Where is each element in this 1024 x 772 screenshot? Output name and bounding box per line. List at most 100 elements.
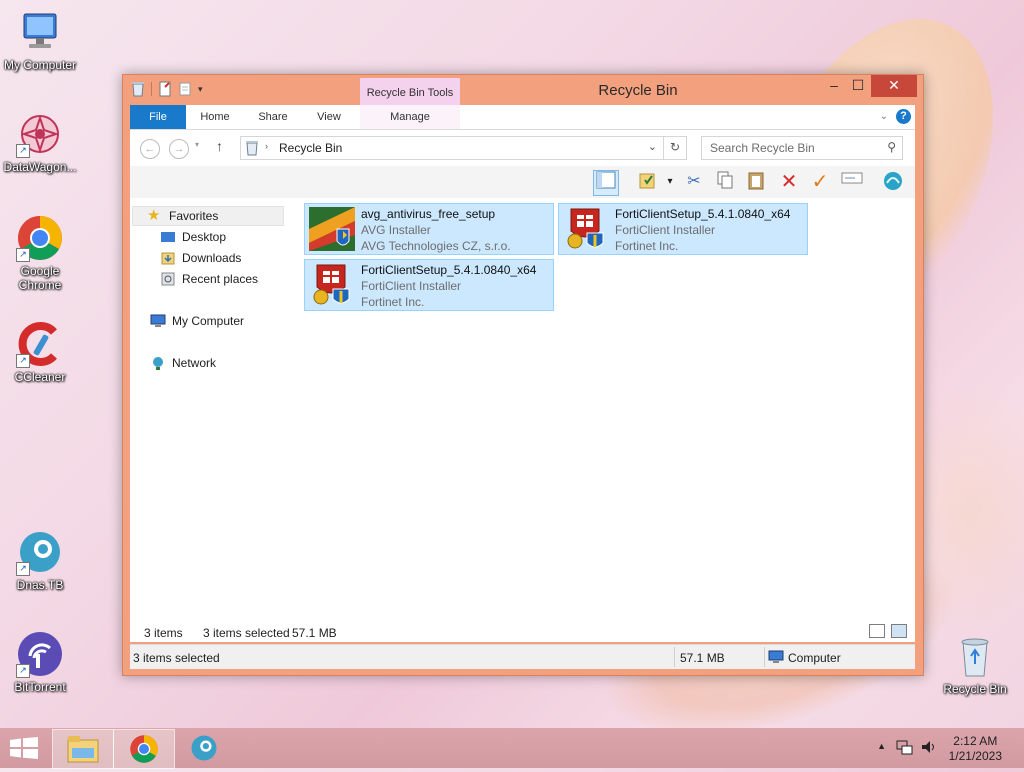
desktop-icon-ccleaner[interactable]: ↗ CCleaner bbox=[0, 320, 80, 384]
volume-icon[interactable] bbox=[920, 739, 938, 758]
dnas-icon: ↗ bbox=[16, 528, 64, 576]
ccleaner-icon: ↗ bbox=[16, 320, 64, 368]
clock-date: 1/21/2023 bbox=[948, 749, 1002, 763]
desktop-icon-bittorrent[interactable]: ↗ BitTorrent bbox=[0, 630, 80, 694]
desktop-icon-dnas-tb[interactable]: ↗ Dnas.TB bbox=[0, 528, 80, 592]
shortcut-arrow-icon: ↗ bbox=[16, 354, 30, 368]
computer-icon bbox=[16, 8, 64, 56]
taskbar-dnas[interactable] bbox=[174, 729, 234, 767]
taskbar-chrome[interactable] bbox=[113, 729, 175, 769]
desktop-icon-my-computer[interactable]: My Computer bbox=[0, 8, 80, 72]
back-button[interactable]: ← bbox=[140, 139, 160, 159]
cut-icon[interactable]: ✂ bbox=[682, 170, 706, 194]
preview-pane-icon[interactable] bbox=[593, 170, 619, 196]
chrome-icon: ↗ bbox=[16, 214, 64, 262]
forward-button[interactable]: → bbox=[169, 139, 189, 159]
nav-item-network[interactable]: Network bbox=[150, 353, 216, 373]
tab-home[interactable]: Home bbox=[190, 105, 240, 129]
expand-ribbon-icon[interactable]: ⌄ bbox=[880, 111, 888, 122]
rename-icon[interactable] bbox=[840, 170, 864, 194]
divider bbox=[674, 647, 675, 667]
shell-icon[interactable] bbox=[881, 170, 905, 194]
ribbon-tabs: File Home Share View Manage ⌄ ? bbox=[130, 105, 915, 130]
file-type: FortiClient Installer bbox=[361, 279, 462, 293]
forticlient-installer-icon bbox=[309, 263, 355, 307]
status-row: 3 items 3 items selected 57.1 MB bbox=[130, 618, 915, 642]
taskbar-file-explorer[interactable] bbox=[52, 729, 114, 769]
tab-view[interactable]: View bbox=[304, 105, 354, 129]
desktop-icon-label: CCleaner bbox=[14, 370, 66, 384]
file-company: Fortinet Inc. bbox=[361, 295, 425, 309]
recent-locations-icon[interactable]: ▾ bbox=[195, 140, 199, 149]
tab-share[interactable]: Share bbox=[248, 105, 298, 129]
nav-item-label: Downloads bbox=[182, 251, 242, 265]
nav-item-downloads[interactable]: Downloads bbox=[160, 248, 241, 268]
dropdown-arrow-icon[interactable]: ▾ bbox=[658, 170, 682, 194]
paste-icon[interactable] bbox=[744, 170, 768, 194]
nav-item-favorites[interactable]: ★ Favorites bbox=[132, 206, 284, 226]
file-tile[interactable]: avg_antivirus_free_setup AVG Installer A… bbox=[304, 203, 554, 255]
nav-item-desktop[interactable]: Desktop bbox=[160, 227, 226, 247]
desktop-icon-chrome[interactable]: ↗ Google Chrome bbox=[0, 214, 80, 292]
clock[interactable]: 2:12 AM 1/21/2023 bbox=[949, 734, 1002, 764]
close-button[interactable]: ✕ bbox=[871, 75, 917, 97]
datawagon-icon: ↗ bbox=[16, 110, 64, 158]
forticlient-installer-icon bbox=[563, 207, 609, 251]
file-company: Fortinet Inc. bbox=[615, 239, 679, 253]
file-type: AVG Installer bbox=[361, 223, 431, 237]
desktop-icon-label: BitTorrent bbox=[14, 680, 66, 694]
properties-folder-icon[interactable] bbox=[635, 170, 659, 194]
recycle-bin-small-icon bbox=[245, 140, 259, 159]
nav-item-recent-places[interactable]: Recent places bbox=[160, 269, 258, 289]
nav-item-my-computer[interactable]: My Computer bbox=[150, 311, 244, 331]
details-selected: 3 items selected bbox=[133, 651, 220, 665]
command-toolbar: ▾ ✂ ✕ ✓ bbox=[130, 166, 915, 198]
copy-icon[interactable] bbox=[713, 170, 737, 194]
avg-installer-icon bbox=[309, 207, 355, 251]
clock-time: 2:12 AM bbox=[953, 734, 998, 748]
nav-item-label: Favorites bbox=[169, 209, 219, 223]
title-bar[interactable]: ▾ Recycle Bin Tools Recycle Bin – ☐ ✕ bbox=[123, 75, 923, 105]
delete-icon[interactable]: ✕ bbox=[777, 170, 801, 194]
breadcrumb-chevron-icon[interactable]: › bbox=[265, 141, 268, 151]
nav-item-label: Network bbox=[172, 356, 217, 370]
recent-places-icon bbox=[160, 271, 176, 287]
shortcut-arrow-icon: ↗ bbox=[16, 562, 30, 576]
file-tile[interactable]: FortiClientSetup_5.4.1.0840_x64 FortiCli… bbox=[558, 203, 808, 255]
restore-check-icon[interactable]: ✓ bbox=[808, 170, 832, 194]
large-icons-view-icon[interactable] bbox=[891, 624, 907, 638]
search-box[interactable]: ⚲ bbox=[701, 136, 903, 160]
desktop-icon-label: Google Chrome bbox=[18, 264, 62, 292]
ribbon-controls: ⌄ ? bbox=[880, 109, 911, 124]
address-bar[interactable]: › Recycle Bin ⌄ bbox=[240, 136, 664, 160]
search-input[interactable] bbox=[708, 140, 872, 156]
address-dropdown-icon[interactable]: ⌄ bbox=[648, 140, 657, 153]
bittorrent-icon: ↗ bbox=[16, 630, 64, 678]
details-view-icon[interactable] bbox=[869, 624, 885, 638]
file-type: FortiClient Installer bbox=[615, 223, 716, 237]
shortcut-arrow-icon: ↗ bbox=[16, 664, 30, 678]
recycle-bin-icon bbox=[951, 632, 999, 680]
file-list: avg_antivirus_free_setup AVG Installer A… bbox=[300, 198, 915, 618]
tab-manage[interactable]: Manage bbox=[360, 105, 460, 129]
desktop-icon-recycle-bin[interactable]: Recycle Bin bbox=[935, 632, 1015, 696]
start-button[interactable] bbox=[10, 737, 38, 762]
up-button[interactable]: ↑ bbox=[216, 138, 223, 154]
divider bbox=[764, 647, 765, 667]
address-row: ← → ▾ ↑ › Recycle Bin ⌄ ↻ ⚲ bbox=[130, 130, 915, 166]
desktop-icon-datawagon[interactable]: ↗ DataWagon... bbox=[0, 110, 80, 174]
show-hidden-icons[interactable]: ▲ bbox=[877, 741, 886, 751]
help-icon[interactable]: ? bbox=[896, 109, 911, 124]
search-icon[interactable]: ⚲ bbox=[887, 140, 896, 154]
network-tray-icon[interactable] bbox=[896, 739, 914, 758]
maximize-button[interactable]: ☐ bbox=[843, 75, 873, 97]
explorer-body: ★ Favorites Desktop Downloads Recent pla… bbox=[130, 198, 915, 618]
file-tile[interactable]: FortiClientSetup_5.4.1.0840_x64 FortiCli… bbox=[304, 259, 554, 311]
file-name: FortiClientSetup_5.4.1.0840_x64 bbox=[361, 263, 537, 277]
breadcrumb-recycle-bin[interactable]: Recycle Bin bbox=[279, 141, 342, 155]
refresh-button[interactable]: ↻ bbox=[664, 136, 687, 160]
tab-file[interactable]: File bbox=[130, 105, 186, 129]
desktop-icon-label: Dnas.TB bbox=[16, 578, 64, 592]
navigation-pane: ★ Favorites Desktop Downloads Recent pla… bbox=[130, 198, 290, 618]
network-icon bbox=[150, 355, 166, 371]
